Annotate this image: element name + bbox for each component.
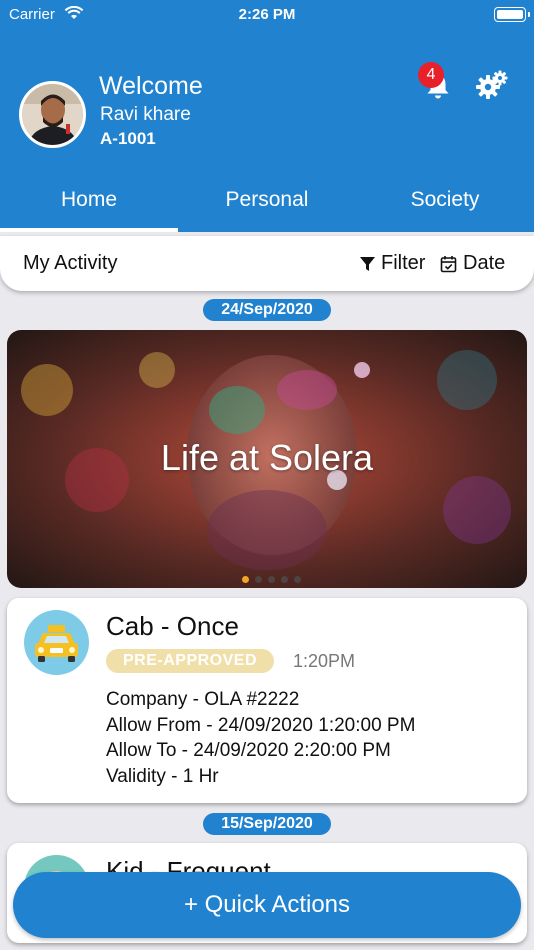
activity-bar: My Activity Filter Date: [0, 236, 534, 291]
card-details: Company - OLA #2222 Allow From - 24/09/2…: [106, 687, 415, 789]
activity-title: My Activity: [23, 252, 118, 274]
banner-carousel[interactable]: Life at Solera: [7, 330, 527, 588]
tab-home[interactable]: Home: [0, 168, 178, 232]
filter-button[interactable]: Filter: [359, 252, 425, 275]
notifications-button[interactable]: 4: [418, 62, 458, 104]
calendar-icon: [440, 255, 457, 272]
carousel-dot[interactable]: [268, 576, 275, 583]
quick-actions-button[interactable]: + Quick Actions: [13, 872, 521, 938]
banner-title: Life at Solera: [160, 437, 374, 478]
carousel-dot[interactable]: [255, 576, 262, 583]
avatar[interactable]: [19, 81, 86, 148]
status-time: 2:26 PM: [238, 6, 296, 23]
carousel-dot[interactable]: [281, 576, 288, 583]
taxi-icon: [24, 610, 89, 675]
card-title: Cab - Once: [106, 611, 239, 641]
tab-bar: Home Personal Society: [0, 168, 534, 232]
detail-validity: Validity - 1 Hr: [106, 765, 219, 787]
detail-allow-from: Allow From - 24/09/2020 1:20:00 PM: [106, 714, 416, 736]
battery-icon: [494, 7, 530, 22]
carousel-dot[interactable]: [294, 576, 301, 583]
carousel-dot[interactable]: [242, 576, 249, 583]
tab-society[interactable]: Society: [356, 168, 534, 232]
card-time: 1:20PM: [293, 651, 356, 671]
status-bar: Carrier 2:26 PM: [0, 0, 534, 30]
status-badge: PRE-APPROVED: [106, 649, 274, 673]
filter-icon: [360, 256, 375, 271]
date-chip: 15/Sep/2020: [203, 813, 331, 835]
user-name: Ravi khare: [100, 104, 191, 125]
detail-company: Company - OLA #2222: [106, 689, 300, 710]
welcome-text: Welcome: [99, 72, 203, 100]
activity-card[interactable]: Cab - Once PRE-APPROVED 1:20PM Company -…: [7, 598, 527, 803]
notification-count-badge: 4: [418, 62, 444, 88]
date-chip: 24/Sep/2020: [203, 299, 331, 321]
detail-allow-to: Allow To - 24/09/2020 2:20:00 PM: [106, 740, 391, 761]
tab-personal[interactable]: Personal: [178, 168, 356, 232]
settings-gear-icon[interactable]: [476, 70, 508, 100]
carousel-indicators: [242, 576, 301, 583]
filter-label: Filter: [381, 252, 426, 274]
date-button[interactable]: Date: [440, 252, 505, 275]
date-label: Date: [463, 252, 506, 274]
flat-id: A-1001: [100, 129, 156, 148]
app-header: Carrier 2:26 PM Welcome Ravi khare A-100…: [0, 0, 534, 232]
